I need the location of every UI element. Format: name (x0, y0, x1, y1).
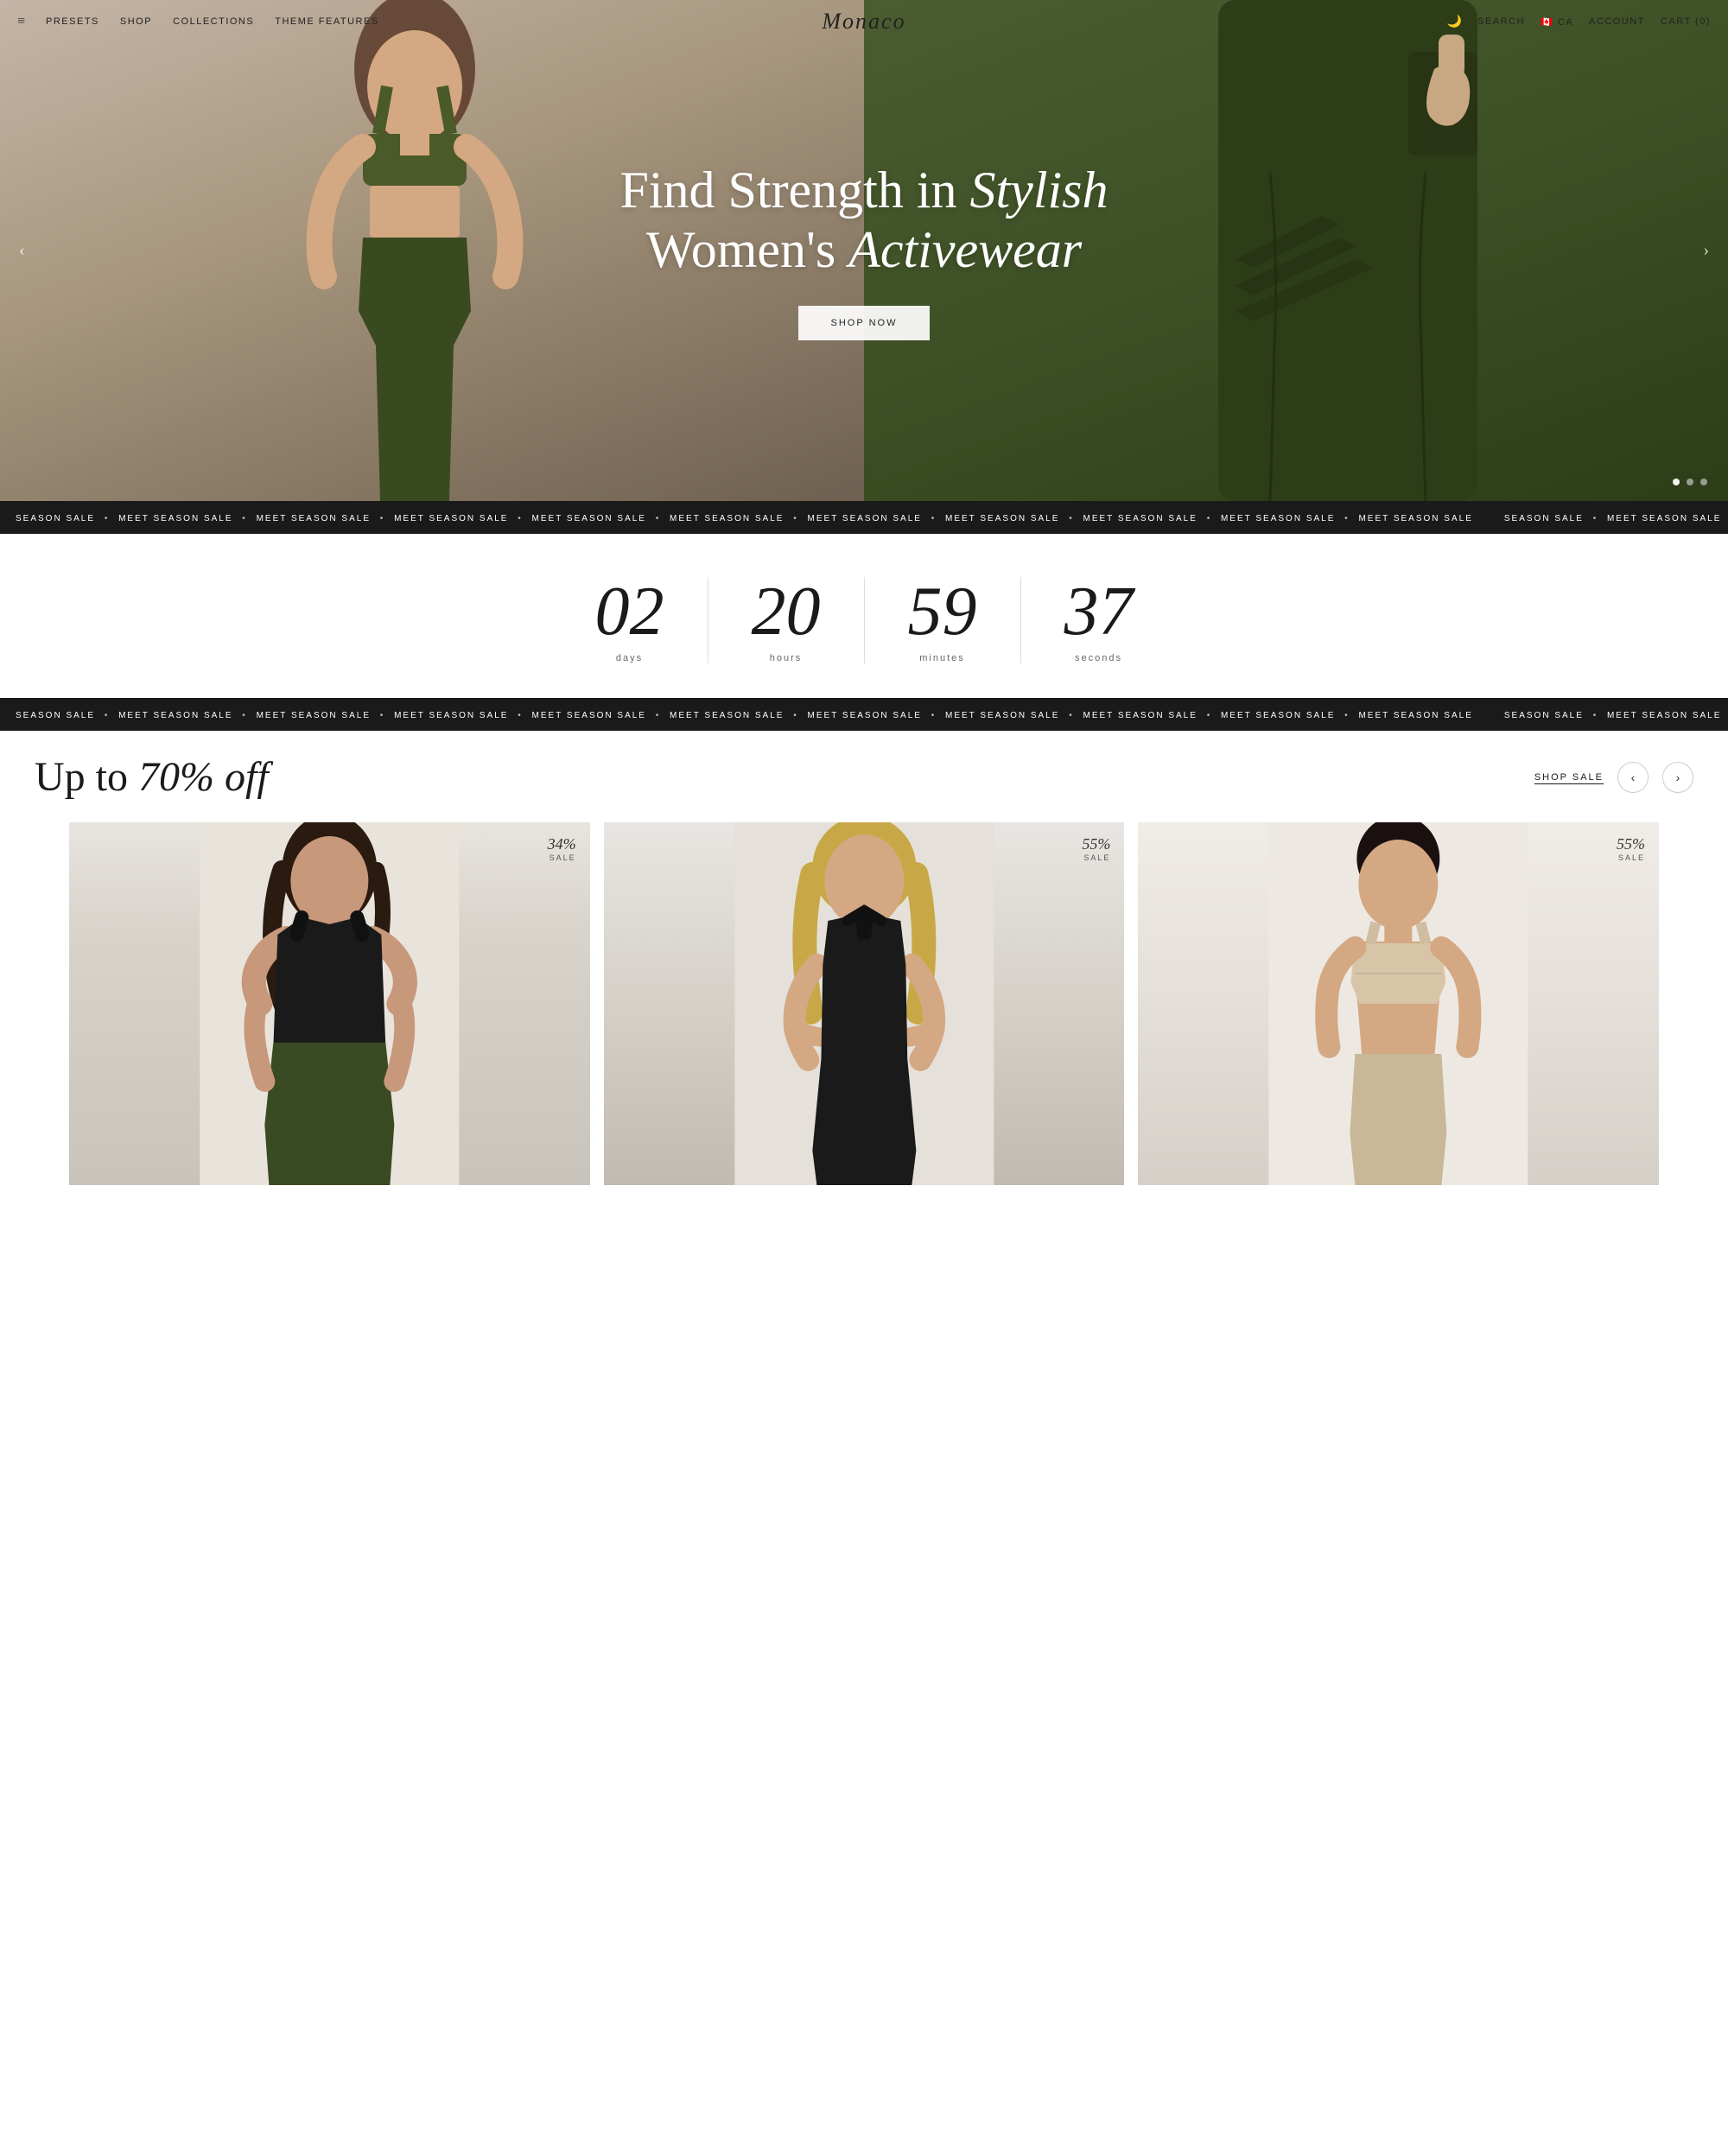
product-image-3 (1138, 822, 1659, 1185)
hero-cta-button[interactable]: SHOP NOW (798, 306, 931, 340)
account-link[interactable]: ACCOUNT (1589, 16, 1645, 27)
countdown-minutes-number: 59 (908, 577, 977, 646)
product-badge-label-1: SALE (548, 853, 576, 862)
sale-section: Up to 70% off SHOP SALE ‹ › (0, 731, 1728, 1220)
sale-title: Up to 70% off (35, 757, 269, 798)
sale-right: SHOP SALE ‹ › (1534, 762, 1693, 793)
countdown-minutes-label: minutes (908, 653, 977, 663)
sale-title-part1: Up to (35, 754, 138, 800)
hero-section: Find Strength in Stylish Women's Activew… (0, 0, 1728, 501)
countdown-hours-label: hours (752, 653, 821, 663)
ticker-inner-bottom: SEASON SALE • MEET SEASON SALE • MEET SE… (0, 711, 1728, 720)
shop-sale-link[interactable]: SHOP SALE (1534, 772, 1604, 783)
countdown-days: 02 days (552, 577, 708, 663)
ticker-item: SEASON SALE • MEET SEASON SALE • MEET SE… (0, 514, 1489, 523)
cart-link[interactable]: CART (0) (1661, 16, 1711, 27)
product-badge-percent-1: 34% (548, 835, 576, 853)
hero-content: Find Strength in Stylish Women's Activew… (619, 161, 1108, 340)
ticker-item-b-dup: SEASON SALE • MEET SEASON SALE • MEET SE… (1489, 711, 1728, 720)
hero-next-arrow[interactable]: › (1694, 232, 1718, 270)
sale-title-italic: 70% off (138, 754, 269, 800)
product-figure-2-svg (604, 822, 1125, 1185)
hero-title-italic2: Activewear (848, 221, 1082, 278)
product-badge-1: 34% SALE (548, 836, 576, 862)
nav-link-collections[interactable]: COLLECTIONS (173, 16, 254, 27)
site-logo[interactable]: Monaco (822, 9, 905, 34)
sale-header: Up to 70% off SHOP SALE ‹ › (35, 757, 1693, 798)
countdown-days-label: days (595, 653, 664, 663)
country-selector[interactable]: 🇨🇦 CA (1541, 16, 1573, 28)
product-image-2 (604, 822, 1125, 1185)
product-badge-2: 55% SALE (1082, 836, 1110, 862)
search-button[interactable]: SEARCH (1477, 16, 1525, 27)
ticker-item-dup: SEASON SALE • MEET SEASON SALE • MEET SE… (1489, 514, 1728, 523)
countdown-days-number: 02 (595, 577, 664, 646)
product-badge-percent-3: 55% (1617, 835, 1645, 853)
sale-next-button[interactable]: › (1662, 762, 1693, 793)
ticker-item-b: SEASON SALE • MEET SEASON SALE • MEET SE… (0, 711, 1489, 720)
countdown-minutes: 59 minutes (865, 577, 1021, 663)
countdown-seconds: 37 seconds (1021, 577, 1177, 663)
hero-title-part1: Find Strength in (619, 162, 969, 219)
nav-right: 🌙 SEARCH 🇨🇦 CA ACCOUNT CART (0) (1147, 15, 1711, 29)
product-badge-label-2: SALE (1082, 853, 1110, 862)
hero-prev-arrow[interactable]: ‹ (10, 232, 34, 270)
hero-title: Find Strength in Stylish Women's Activew… (619, 161, 1108, 280)
product-figure-1-svg (69, 822, 590, 1185)
hero-dots (1673, 479, 1707, 485)
nav-link-theme-features[interactable]: THEME FEATURES (275, 16, 378, 27)
product-badge-label-3: SALE (1617, 853, 1645, 862)
hero-title-italic1: Stylish (970, 162, 1109, 219)
nav-link-shop[interactable]: SHOP (120, 16, 152, 27)
hero-title-part2: Women's (646, 221, 848, 278)
product-badge-3: 55% SALE (1617, 836, 1645, 862)
product-badge-percent-2: 55% (1082, 835, 1110, 853)
countdown-seconds-number: 37 (1064, 577, 1134, 646)
product-card-3[interactable]: 55% SALE (1138, 822, 1659, 1185)
ticker-top: SEASON SALE • MEET SEASON SALE • MEET SE… (0, 501, 1728, 534)
product-card-1[interactable]: 34% SALE (69, 822, 590, 1185)
nav-link-presets[interactable]: PRESETS (46, 16, 99, 27)
nav-left: ≡ PRESETS SHOP COLLECTIONS THEME FEATURE… (17, 14, 581, 29)
dark-mode-icon[interactable]: 🌙 (1447, 15, 1462, 29)
nav-center: Monaco (581, 9, 1146, 35)
countdown-hours: 20 hours (708, 577, 865, 663)
countdown-seconds-label: seconds (1064, 653, 1134, 663)
product-grid: 34% SALE (35, 822, 1693, 1220)
product-image-1 (69, 822, 590, 1185)
ticker-bottom: SEASON SALE • MEET SEASON SALE • MEET SE… (0, 698, 1728, 731)
hero-dot-2[interactable] (1687, 479, 1693, 485)
product-figure-3-svg (1138, 822, 1659, 1185)
navigation: ≡ PRESETS SHOP COLLECTIONS THEME FEATURE… (0, 0, 1728, 43)
hero-dot-3[interactable] (1700, 479, 1707, 485)
product-card-2[interactable]: 55% SALE (604, 822, 1125, 1185)
hamburger-icon[interactable]: ≡ (17, 14, 25, 29)
countdown-section: 02 days 20 hours 59 minutes 37 seconds (0, 534, 1728, 698)
sale-prev-button[interactable]: ‹ (1617, 762, 1649, 793)
countdown-hours-number: 20 (752, 577, 821, 646)
hero-dot-1[interactable] (1673, 479, 1680, 485)
ticker-inner-top: SEASON SALE • MEET SEASON SALE • MEET SE… (0, 514, 1728, 523)
